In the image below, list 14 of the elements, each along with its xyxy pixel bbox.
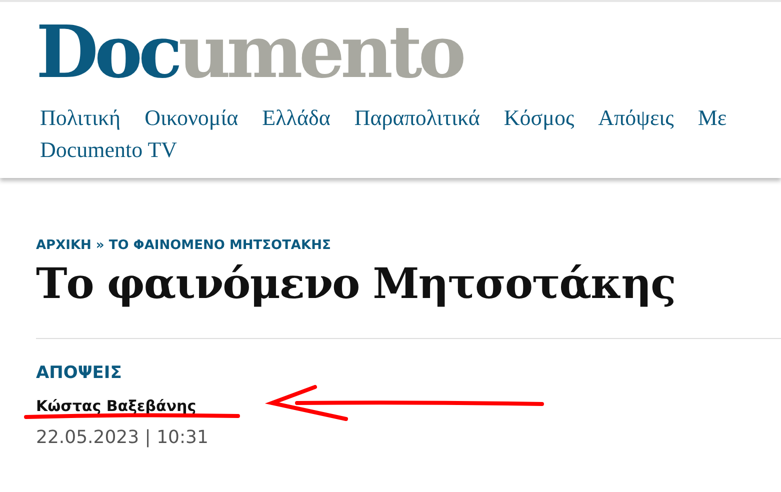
nav-link[interactable]: Με xyxy=(698,105,727,131)
nav-link[interactable]: Παραπολιτικά xyxy=(354,105,480,131)
nav-link[interactable]: Πολιτική xyxy=(40,105,121,131)
nav-link[interactable]: Απόψεις xyxy=(598,105,674,131)
author-name[interactable]: Κώστας Βαξεβάνης xyxy=(36,397,196,415)
logo[interactable]: Documento xyxy=(36,16,462,88)
publish-date: 22.05.2023 | 10:31 xyxy=(36,427,208,448)
nav-link[interactable]: Ελλάδα xyxy=(262,105,330,131)
nav-link[interactable]: Κόσμος xyxy=(504,105,574,131)
nav-link[interactable]: Οικονομία xyxy=(144,105,238,131)
article-title: Το φαινόμενο Μητσοτάκης xyxy=(36,259,676,308)
breadcrumb[interactable]: ΑΡΧΙΚΗ » ΤΟ ΦΑΙΝΟΜΕΝΟ ΜΗΤΣΟΤΑΚΗΣ xyxy=(36,238,331,253)
category-link[interactable]: ΑΠΟΨΕΙΣ xyxy=(36,363,122,383)
nav-link[interactable]: Documento TV xyxy=(40,137,178,163)
